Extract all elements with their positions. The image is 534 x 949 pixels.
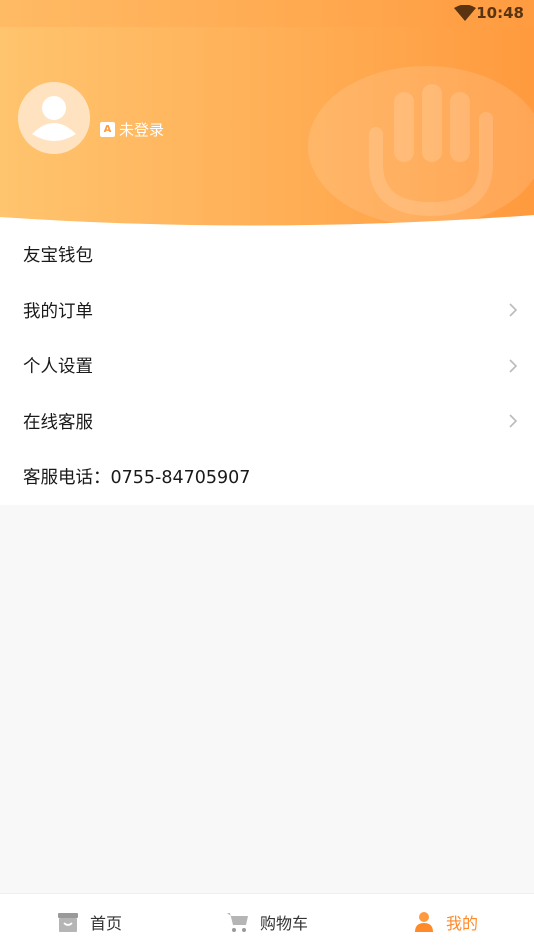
login-status-text: 未登录 [119, 121, 165, 139]
menu-item-label: 在线客服 [23, 412, 93, 433]
tab-label: 首页 [89, 913, 122, 933]
avatar-placeholder-icon [18, 82, 90, 154]
tab-label: 购物车 [259, 913, 308, 933]
menu-item-hotline[interactable]: 客服电话：0755-84705907 [0, 449, 534, 505]
avatar[interactable] [18, 82, 90, 154]
status-time: 10:48 [476, 4, 524, 22]
menu-item-label: 客服电话：0755-84705907 [23, 468, 251, 489]
menu-item-label: 友宝钱包 [23, 246, 93, 267]
home-icon [57, 912, 78, 932]
wifi-icon [454, 5, 476, 21]
status-bar: 10:48 [0, 0, 534, 27]
menu-item-wallet[interactable]: 友宝钱包 [0, 227, 534, 283]
menu-item-label: 我的订单 [23, 301, 93, 322]
chevron-right-icon [509, 414, 518, 428]
menu-item-orders[interactable]: 我的订单 [0, 283, 534, 339]
login-status[interactable]: A 未登录 [100, 119, 164, 140]
menu-item-settings[interactable]: 个人设置 [0, 338, 534, 394]
bottom-nav: 首页 购物车 我的 [0, 893, 534, 949]
menu-list: 友宝钱包 我的订单 个人设置 在线客服 客服电话：0755-84705907 [0, 227, 534, 505]
tab-home[interactable]: 首页 [0, 894, 178, 949]
chevron-right-icon [509, 303, 518, 317]
chevron-right-icon [509, 359, 518, 373]
profile-header: 10:48 A 未登录 [0, 0, 534, 232]
cart-icon [226, 912, 248, 932]
tab-mine[interactable]: 我的 [356, 894, 534, 949]
menu-item-label: 个人设置 [23, 357, 93, 378]
tab-label: 我的 [445, 913, 478, 933]
login-badge-icon: A [100, 122, 115, 137]
tab-cart[interactable]: 购物车 [178, 894, 356, 949]
menu-item-support[interactable]: 在线客服 [0, 394, 534, 450]
person-icon [414, 911, 433, 932]
